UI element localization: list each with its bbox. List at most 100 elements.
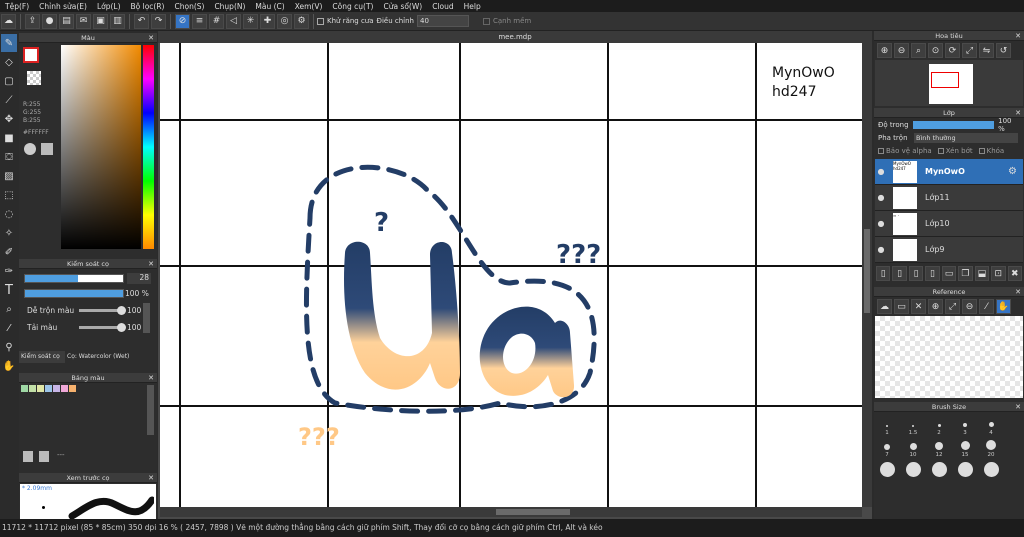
fit-window-icon[interactable]: ⤢: [962, 43, 977, 58]
close-icon[interactable]: ✕: [148, 473, 154, 483]
menu-color[interactable]: Màu (C): [250, 2, 289, 11]
close-icon[interactable]: ✕: [911, 299, 926, 314]
eye-icon[interactable]: ●: [875, 219, 887, 228]
menu-layer[interactable]: Lớp(L): [92, 2, 126, 11]
clip-checkbox[interactable]: [937, 147, 944, 154]
grid-toggle-icon[interactable]: ▥: [110, 13, 125, 29]
brush-size-option[interactable]: [926, 462, 952, 477]
close-icon[interactable]: ✕: [148, 33, 154, 43]
brush-size-option[interactable]: 1.5: [900, 425, 926, 436]
color-swatch[interactable]: [69, 385, 76, 392]
brush-tab-name[interactable]: Cọ: Watercolor (Wet): [67, 351, 155, 363]
color-swatch[interactable]: [45, 385, 52, 392]
cloud-icon[interactable]: ☁: [1, 13, 16, 29]
brush-size-slider[interactable]: [24, 274, 124, 283]
select-tool-icon[interactable]: ⬚: [1, 186, 17, 204]
zoom-out-icon[interactable]: ⊖: [894, 43, 909, 58]
close-icon[interactable]: ✕: [1015, 402, 1021, 412]
perspective-snap-icon[interactable]: ◁: [226, 13, 241, 29]
hand-icon[interactable]: ✋: [996, 299, 1011, 314]
new-palette-icon[interactable]: [23, 451, 33, 462]
snap-off-icon[interactable]: ⊘: [175, 13, 190, 29]
layer-item[interactable]: ● Lớp11: [875, 185, 1023, 211]
menu-select[interactable]: Chọn(S): [169, 2, 209, 11]
brush-size-option[interactable]: [900, 462, 926, 477]
menu-view[interactable]: Xem(V): [290, 2, 328, 11]
color-swatch[interactable]: [61, 385, 68, 392]
close-icon[interactable]: ✕: [1015, 287, 1021, 297]
lasso-tool-icon[interactable]: ◌: [1, 205, 17, 223]
palette-scrollbar[interactable]: [147, 385, 154, 435]
new-layer-icon[interactable]: ▯: [876, 266, 891, 281]
select-eraser-icon[interactable]: ✑: [1, 262, 17, 280]
brush-size-option[interactable]: 2: [926, 424, 952, 436]
brush-size-option[interactable]: [978, 462, 1004, 477]
menu-filter[interactable]: Bộ lọc(R): [126, 2, 170, 11]
share-icon[interactable]: ✉: [76, 13, 91, 29]
brush-size-option[interactable]: 10: [900, 443, 926, 458]
menu-edit[interactable]: Chỉnh sửa(E): [34, 2, 92, 11]
color-swatch[interactable]: [21, 385, 28, 392]
brush-size-option[interactable]: 3: [952, 423, 978, 436]
eye-icon[interactable]: ●: [875, 245, 887, 254]
layer-opacity-slider[interactable]: [913, 120, 995, 129]
antialias-checkbox[interactable]: [317, 17, 324, 25]
shape-tool-icon[interactable]: ▢: [1, 72, 17, 90]
brush-panel-scrollbar[interactable]: [143, 303, 150, 333]
rect-fill-icon[interactable]: ■: [1, 129, 17, 147]
close-icon[interactable]: ✕: [148, 373, 154, 383]
radial-snap-icon[interactable]: ✳: [243, 13, 258, 29]
color-field[interactable]: [61, 45, 141, 249]
gradient-tool-icon[interactable]: ▨: [1, 167, 17, 185]
canvas[interactable]: MynOwO hd247 ? ??? ???: [160, 43, 862, 507]
brush-size-option[interactable]: 20: [978, 440, 1004, 458]
trash-icon[interactable]: ✖: [1007, 266, 1022, 281]
export-icon[interactable]: ⇪: [25, 13, 40, 29]
cross-snap-icon[interactable]: ✚: [260, 13, 275, 29]
brush-size-option[interactable]: [874, 462, 900, 477]
hue-slider[interactable]: [143, 45, 154, 249]
menu-tools[interactable]: Công cụ(T): [327, 2, 378, 11]
eye-icon[interactable]: ●: [875, 193, 887, 202]
zoom-in-icon[interactable]: ⊕: [928, 299, 943, 314]
brush-size-option[interactable]: 7: [874, 444, 900, 458]
close-icon[interactable]: ✕: [1015, 108, 1021, 118]
menu-file[interactable]: Tệp(F): [0, 2, 34, 11]
eyedropper-icon[interactable]: ⚲: [1, 338, 17, 356]
zoom-out-icon[interactable]: ⊖: [962, 299, 977, 314]
brush-size-option[interactable]: 12: [926, 442, 952, 458]
brush-opacity-slider[interactable]: [24, 289, 124, 298]
color-swatch[interactable]: [29, 385, 36, 392]
eraser-tool-icon[interactable]: ◇: [1, 53, 17, 71]
color-swatch[interactable]: [53, 385, 60, 392]
select-pen-icon[interactable]: ✐: [1, 243, 17, 261]
delete-palette-icon[interactable]: [39, 451, 49, 462]
brush-size-option[interactable]: 15: [952, 441, 978, 458]
document-tab[interactable]: mee.mdp: [158, 31, 872, 43]
mix-slider[interactable]: [79, 306, 126, 315]
color-wheel-icon[interactable]: [24, 143, 36, 155]
layer-item[interactable]: ● ≈ · Lớp10: [875, 211, 1023, 237]
brush-size-option[interactable]: [952, 462, 978, 477]
layer-item[interactable]: ● MynOwO hd247 MynOwO ⚙: [875, 159, 1023, 185]
new-layer-1bit-icon[interactable]: ▯: [908, 266, 924, 281]
zoom-reset-icon[interactable]: ⊙: [928, 43, 943, 58]
brush-size-option[interactable]: 1: [874, 425, 900, 436]
foreground-color[interactable]: [23, 47, 39, 63]
text-icon[interactable]: ▤: [59, 13, 74, 29]
zoom-in-icon[interactable]: ⊕: [877, 43, 892, 58]
color-swap-icon[interactable]: [41, 143, 53, 155]
rotate-icon[interactable]: ⟳: [945, 43, 960, 58]
gear-icon[interactable]: ⚙: [1008, 166, 1017, 177]
fit-icon[interactable]: ⤢: [945, 299, 960, 314]
deselect-icon[interactable]: ▣: [93, 13, 108, 29]
menu-cloud[interactable]: Cloud: [427, 2, 458, 11]
brush-size-value[interactable]: 28: [127, 273, 151, 284]
new-layer-8bit-icon[interactable]: ▯: [892, 266, 907, 281]
parallel-snap-icon[interactable]: ≡: [192, 13, 207, 29]
duplicate-layer-icon[interactable]: ❐: [958, 266, 973, 281]
line-tool-icon[interactable]: ⟋: [1, 91, 17, 109]
merge-down-icon[interactable]: ⬓: [974, 266, 990, 281]
folder-icon[interactable]: ▭: [894, 299, 909, 314]
move-tool-icon[interactable]: ✥: [1, 110, 17, 128]
